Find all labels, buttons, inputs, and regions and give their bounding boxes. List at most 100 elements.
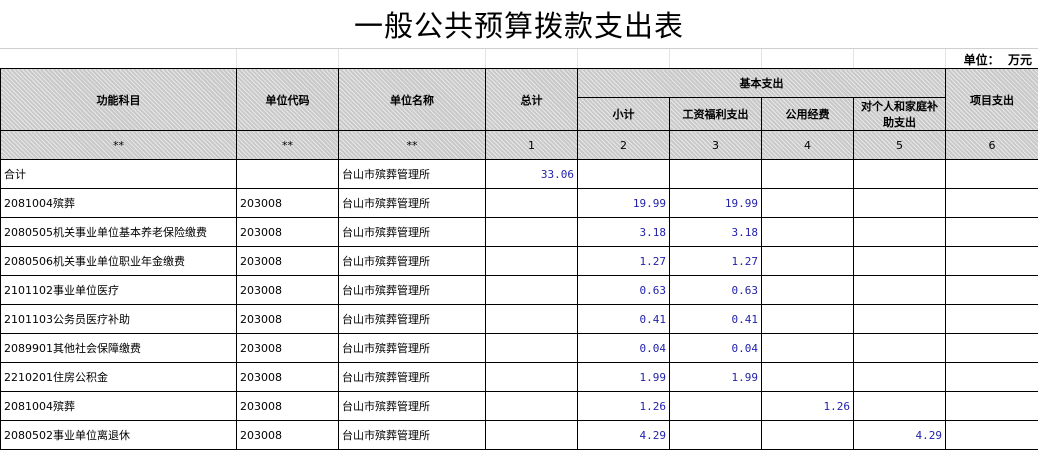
- subtotal-cell: 3.18: [577, 217, 670, 247]
- code-cell: 203008: [236, 391, 339, 421]
- index-cell: 2: [577, 130, 670, 160]
- header-personal: 对个人和家庭补助支出: [853, 97, 946, 131]
- code-cell: 203008: [236, 217, 339, 247]
- code-cell: 203008: [236, 304, 339, 334]
- function-cell: 2081004殡葬: [0, 188, 237, 218]
- index-cell: 6: [945, 130, 1038, 160]
- wage-cell: 3.18: [669, 217, 762, 247]
- project-cell: [945, 391, 1038, 421]
- table-row: 2080502事业单位离退休 203008 台山市殡葬管理所 4.29 4.29: [0, 420, 1038, 450]
- total-cell: [485, 217, 578, 247]
- unit-value: 万元: [1007, 53, 1032, 67]
- personal-cell: [853, 246, 946, 276]
- function-cell: 2081004殡葬: [0, 391, 237, 421]
- code-cell: 203008: [236, 420, 339, 450]
- name-cell: 台山市殡葬管理所: [338, 275, 486, 305]
- project-cell: [945, 362, 1038, 392]
- index-cell: **: [236, 130, 339, 160]
- header-public: 公用经费: [761, 97, 854, 131]
- wage-cell: 0.04: [669, 333, 762, 363]
- wage-cell: 1.27: [669, 246, 762, 276]
- header-basic: 基本支出: [577, 68, 946, 98]
- name-cell: 台山市殡葬管理所: [338, 333, 486, 363]
- wage-cell: [669, 159, 762, 189]
- public-cell: [761, 333, 854, 363]
- header-total: 总计: [485, 68, 578, 131]
- name-cell: 台山市殡葬管理所: [338, 420, 486, 450]
- index-cell: 1: [485, 130, 578, 160]
- table-row: 2081004殡葬 203008 台山市殡葬管理所 1.26 1.26: [0, 391, 1038, 421]
- subtotal-cell: 1.27: [577, 246, 670, 276]
- function-cell: 2080502事业单位离退休: [0, 420, 237, 450]
- header-wage: 工资福利支出: [669, 97, 762, 131]
- public-cell: [761, 362, 854, 392]
- personal-cell: [853, 391, 946, 421]
- public-cell: [761, 275, 854, 305]
- name-cell: 台山市殡葬管理所: [338, 246, 486, 276]
- subtotal-cell: 4.29: [577, 420, 670, 450]
- project-cell: [945, 217, 1038, 247]
- code-cell: 203008: [236, 333, 339, 363]
- total-cell: [485, 362, 578, 392]
- project-cell: [945, 188, 1038, 218]
- personal-cell: [853, 188, 946, 218]
- table-row: 2210201住房公积金 203008 台山市殡葬管理所 1.99 1.99: [0, 362, 1038, 392]
- code-cell: 203008: [236, 362, 339, 392]
- header-function: 功能科目: [0, 68, 237, 131]
- subtotal-cell: 19.99: [577, 188, 670, 218]
- name-cell: 台山市殡葬管理所: [338, 362, 486, 392]
- subtotal-cell: 0.04: [577, 333, 670, 363]
- personal-cell: [853, 362, 946, 392]
- code-cell: [236, 159, 339, 189]
- function-cell: 2080505机关事业单位基本养老保险缴费: [0, 217, 237, 247]
- personal-cell: [853, 217, 946, 247]
- wage-cell: 0.41: [669, 304, 762, 334]
- name-cell: 台山市殡葬管理所: [338, 391, 486, 421]
- index-cell: 4: [761, 130, 854, 160]
- function-cell: 2080506机关事业单位职业年金缴费: [0, 246, 237, 276]
- header-code: 单位代码: [236, 68, 339, 131]
- public-cell: [761, 188, 854, 218]
- header-project: 项目支出: [945, 68, 1038, 131]
- total-cell: [485, 333, 578, 363]
- subtotal-cell: 0.63: [577, 275, 670, 305]
- index-cell: 5: [853, 130, 946, 160]
- total-cell: [485, 275, 578, 305]
- name-cell: 台山市殡葬管理所: [338, 217, 486, 247]
- wage-cell: 19.99: [669, 188, 762, 218]
- personal-cell: [853, 275, 946, 305]
- wage-cell: [669, 420, 762, 450]
- public-cell: [761, 420, 854, 450]
- code-cell: 203008: [236, 246, 339, 276]
- index-cell: **: [338, 130, 486, 160]
- budget-table: 功能科目 单位代码 单位名称 总计 基本支出 项目支出 小计 工资福利支出 公用…: [0, 68, 1038, 450]
- index-cell: 3: [669, 130, 762, 160]
- table-row: 合计 台山市殡葬管理所 33.06: [0, 159, 1038, 189]
- personal-cell: [853, 333, 946, 363]
- table-row: 2089901其他社会保障缴费 203008 台山市殡葬管理所 0.04 0.04: [0, 333, 1038, 363]
- project-cell: [945, 159, 1038, 189]
- total-cell: 33.06: [485, 159, 578, 189]
- unit-label: 单位： 万元: [964, 51, 1032, 68]
- total-cell: [485, 246, 578, 276]
- table-row: 2080505机关事业单位基本养老保险缴费 203008 台山市殡葬管理所 3.18 3…: [0, 217, 1038, 247]
- unit-label-text: 单位：: [963, 53, 1000, 67]
- name-cell: 台山市殡葬管理所: [338, 159, 486, 189]
- public-cell: [761, 246, 854, 276]
- code-cell: 203008: [236, 275, 339, 305]
- header-name: 单位名称: [338, 68, 486, 131]
- total-cell: [485, 304, 578, 334]
- personal-cell: [853, 159, 946, 189]
- table-row: 2101103公务员医疗补助 203008 台山市殡葬管理所 0.41 0.41: [0, 304, 1038, 334]
- function-cell: 合计: [0, 159, 237, 189]
- project-cell: [945, 420, 1038, 450]
- public-cell: 1.26: [761, 391, 854, 421]
- function-cell: 2089901其他社会保障缴费: [0, 333, 237, 363]
- header-subtotal: 小计: [577, 97, 670, 131]
- function-cell: 2101103公务员医疗补助: [0, 304, 237, 334]
- total-cell: [485, 188, 578, 218]
- function-cell: 2101102事业单位医疗: [0, 275, 237, 305]
- table-row: 2101102事业单位医疗 203008 台山市殡葬管理所 0.63 0.63: [0, 275, 1038, 305]
- total-cell: [485, 391, 578, 421]
- name-cell: 台山市殡葬管理所: [338, 188, 486, 218]
